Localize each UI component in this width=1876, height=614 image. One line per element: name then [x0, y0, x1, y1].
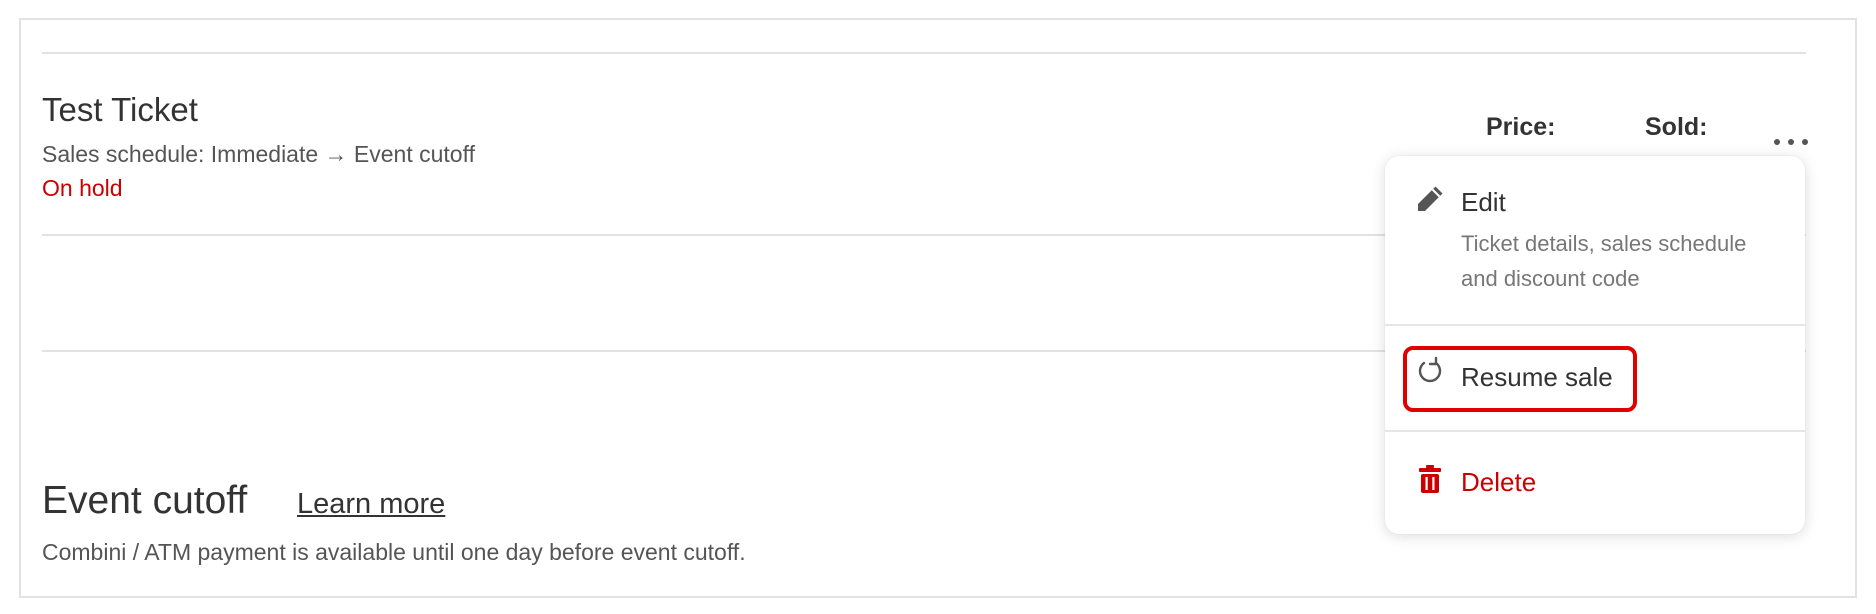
section-title: Event cutoff — [42, 479, 248, 522]
edit-description: Ticket details, sales schedule and disco… — [1461, 231, 1747, 291]
menu-item-resume-sale[interactable]: Resume sale — [1385, 326, 1805, 430]
pencil-icon — [1415, 184, 1445, 214]
edit-label: Edit — [1461, 187, 1506, 217]
more-options-button[interactable] — [1774, 128, 1808, 156]
trash-icon — [1415, 464, 1445, 494]
resume-sale-label: Resume sale — [1461, 362, 1613, 392]
ticket-title: Test Ticket — [42, 91, 198, 128]
ticket-actions-menu: Edit Ticket details, sales schedule and … — [1385, 156, 1805, 534]
menu-item-delete[interactable]: Delete — [1385, 432, 1805, 534]
status-badge: On hold — [42, 175, 123, 201]
delete-label: Delete — [1461, 467, 1537, 497]
price-label: Price: — [1486, 113, 1556, 141]
more-horizontal-icon — [1774, 139, 1780, 145]
divider — [42, 52, 1806, 54]
sold-label: Sold: — [1645, 113, 1708, 141]
sales-schedule: Sales schedule: Immediate → Event cutoff — [42, 141, 475, 167]
cutoff-note: Combini / ATM payment is available until… — [42, 539, 746, 565]
refresh-icon — [1415, 356, 1445, 386]
menu-item-edit[interactable]: Edit Ticket details, sales schedule and … — [1385, 156, 1805, 324]
learn-more-link[interactable]: Learn more — [297, 486, 445, 522]
